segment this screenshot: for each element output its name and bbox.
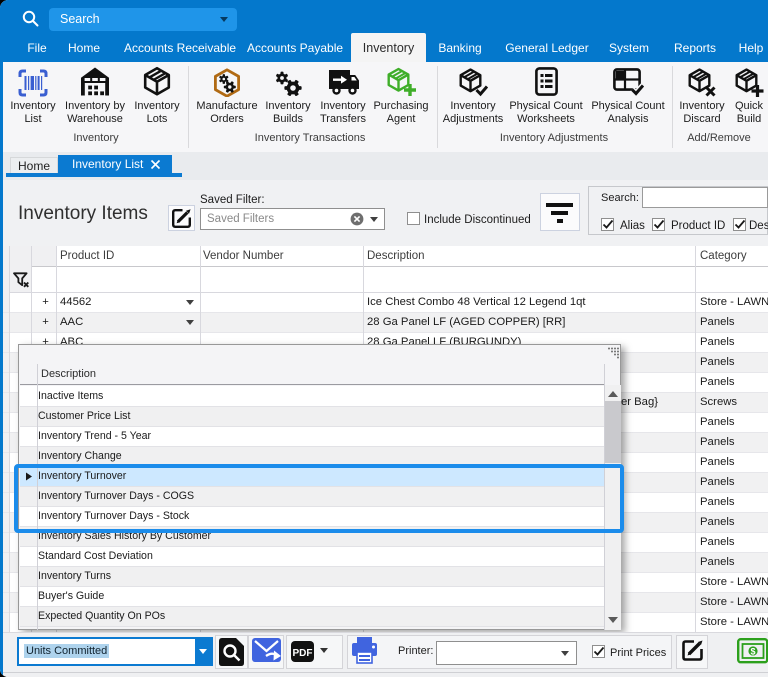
svg-text:$: $ <box>750 646 755 656</box>
svg-text:PDF: PDF <box>293 648 313 659</box>
